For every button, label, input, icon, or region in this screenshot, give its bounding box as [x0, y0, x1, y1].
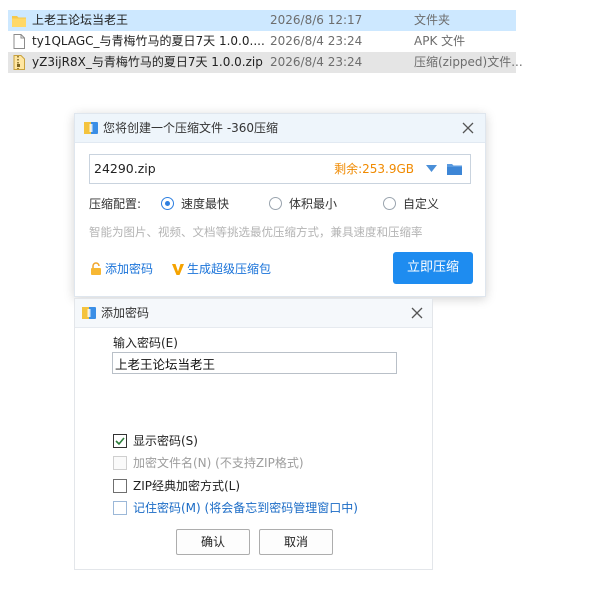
compress-now-button[interactable]: 立即压缩: [393, 252, 473, 284]
free-space-label: 剩余:253.9GB: [334, 162, 414, 176]
document-icon: [13, 34, 25, 49]
folder-browse-icon[interactable]: [447, 162, 462, 176]
confirm-button[interactable]: 确认: [176, 529, 250, 555]
radio-size-smallest[interactable]: [269, 197, 282, 210]
config-label: 压缩配置:: [89, 197, 142, 211]
cancel-button[interactable]: 取消: [259, 529, 333, 555]
360zip-app-icon: [82, 307, 96, 319]
zip-classic-encryption-label[interactable]: ZIP经典加密方式(L): [133, 478, 240, 494]
add-password-label: 添加密码: [105, 262, 154, 276]
radio-custom[interactable]: [383, 197, 396, 210]
add-password-dialog: 添加密码 输入密码(E) 显示密码(S) 加密文件名(N) (不支持ZIP格式)…: [74, 298, 433, 570]
file-name: ty1QLAGC_与青梅竹马的夏日7天 1.0.0....: [32, 34, 265, 48]
option-size-smallest[interactable]: 体积最小: [289, 194, 337, 214]
password-input[interactable]: [112, 352, 397, 374]
add-password-link[interactable]: 添加密码: [89, 260, 153, 278]
file-type: 压缩(zipped)文件...: [414, 55, 523, 69]
compress-hint: 智能为图片、视频、文档等挑选最优压缩方式，兼具速度和压缩率: [89, 225, 423, 239]
archive-filename[interactable]: 24290.zip: [94, 155, 156, 183]
file-row[interactable]: yZ3ijR8X_与青梅竹马的夏日7天 1.0.0.zip 2026/8/4 2…: [8, 52, 523, 73]
remember-password-label[interactable]: 记住密码(M) (将会备忘到密码管理窗口中): [133, 500, 358, 516]
archive-path-field[interactable]: 24290.zip 剩余:253.9GB: [89, 154, 471, 184]
file-type: 文件夹: [414, 13, 451, 27]
compress-config-row: 压缩配置: 速度最快 体积最小 自定义: [89, 194, 469, 214]
lock-icon: [91, 262, 101, 275]
option-speed-fastest[interactable]: 速度最快: [181, 194, 229, 214]
compress-dialog-titlebar[interactable]: 您将创建一个压缩文件 -360压缩: [75, 114, 485, 143]
file-date: 2026/8/4 23:24: [270, 55, 363, 69]
remember-password-checkbox[interactable]: [113, 501, 127, 515]
folder-icon: [12, 16, 26, 27]
super-pack-link[interactable]: 生成超级压缩包: [171, 260, 271, 278]
close-icon[interactable]: [408, 304, 426, 322]
encrypt-filenames-label: 加密文件名(N) (不支持ZIP格式): [133, 456, 304, 470]
radio-speed-fastest[interactable]: [161, 197, 174, 210]
zip-classic-encryption-checkbox[interactable]: [113, 479, 127, 493]
password-input-label: 输入密码(E): [113, 336, 178, 350]
file-row[interactable]: ty1QLAGC_与青梅竹马的夏日7天 1.0.0.... 2026/8/4 2…: [8, 31, 516, 52]
file-row[interactable]: 上老王论坛当老王 2026/8/6 12:17 文件夹: [8, 10, 516, 31]
vip-v-icon: [172, 264, 184, 275]
file-date: 2026/8/4 23:24: [270, 34, 363, 48]
option-custom[interactable]: 自定义: [403, 194, 439, 214]
chevron-down-icon[interactable]: [426, 165, 437, 173]
password-dialog-titlebar[interactable]: 添加密码: [75, 299, 432, 328]
close-icon[interactable]: [459, 119, 477, 137]
file-type: APK 文件: [414, 34, 466, 48]
show-password-label[interactable]: 显示密码(S): [133, 433, 198, 449]
file-date: 2026/8/6 12:17: [270, 13, 363, 27]
file-name: 上老王论坛当老王: [32, 13, 129, 27]
compress-dialog-title: 您将创建一个压缩文件 -360压缩: [103, 121, 279, 135]
360zip-app-icon: [84, 122, 98, 134]
show-password-checkbox[interactable]: [113, 434, 127, 448]
password-dialog-title: 添加密码: [101, 306, 150, 320]
compress-dialog: 您将创建一个压缩文件 -360压缩 24290.zip 剩余:253.9GB 压…: [74, 113, 486, 297]
file-list: 上老王论坛当老王 2026/8/6 12:17 文件夹 ty1QLAGC_与青梅…: [8, 10, 523, 73]
super-pack-label: 生成超级压缩包: [187, 262, 272, 276]
file-name: yZ3ijR8X_与青梅竹马的夏日7天 1.0.0.zip: [32, 55, 263, 69]
checkmark-icon: [115, 437, 125, 446]
encrypt-filenames-checkbox: [113, 456, 127, 470]
zip-file-icon: [13, 55, 25, 70]
